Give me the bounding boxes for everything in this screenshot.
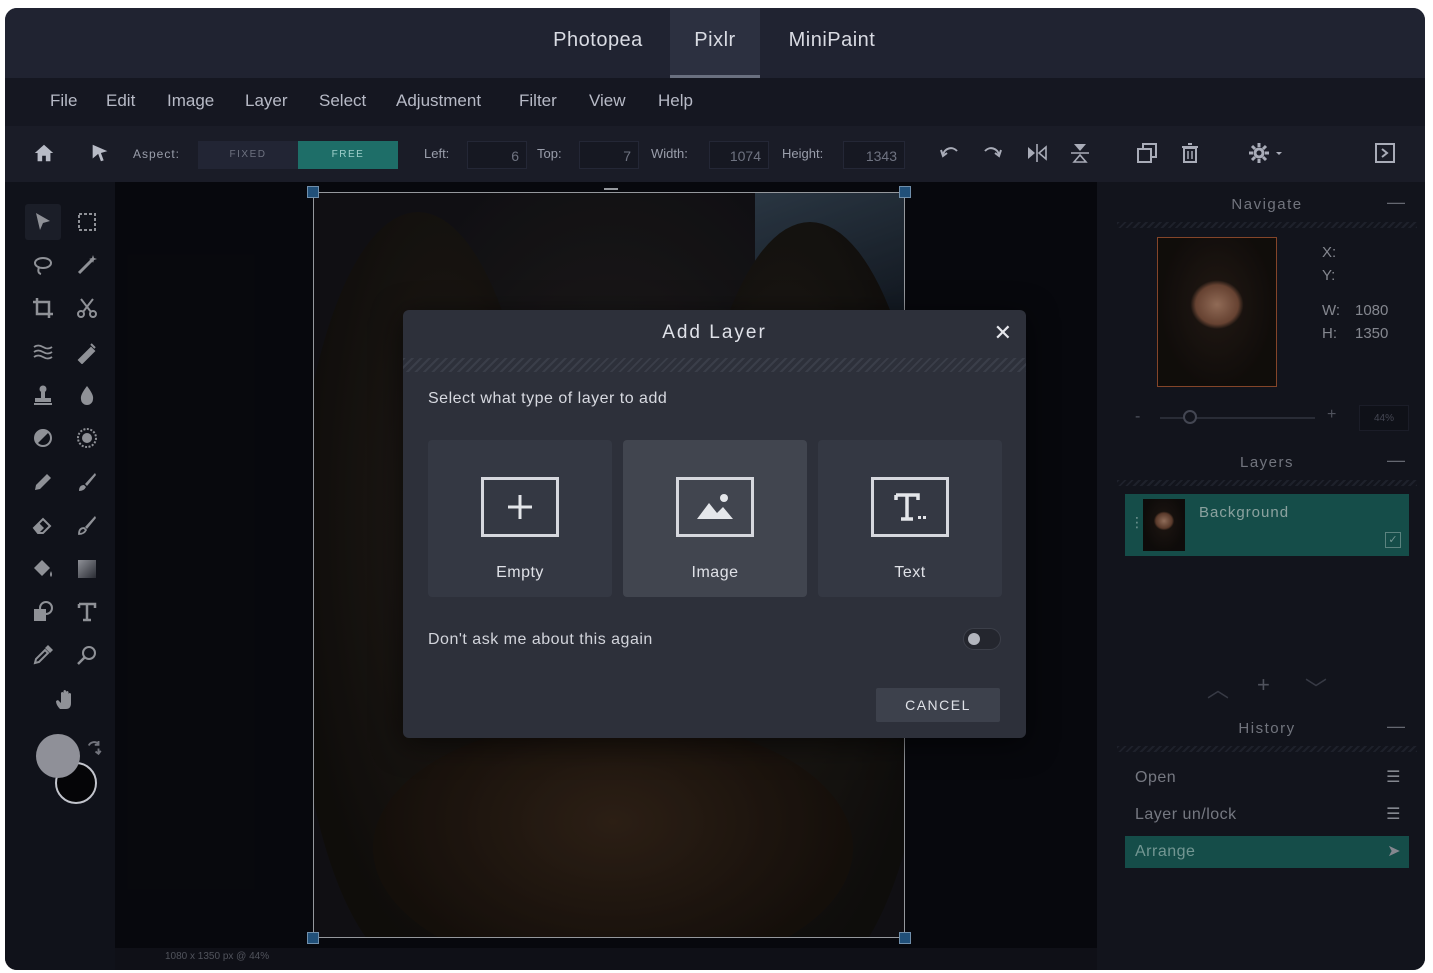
move-tool-icon[interactable]: [85, 138, 115, 168]
top-label: Top:: [537, 146, 562, 161]
primary-color-swatch[interactable]: [36, 734, 80, 778]
option-label: Empty: [496, 564, 544, 581]
app-window: Photopea Pixlr MiniPaint File Edit Image…: [5, 8, 1425, 970]
text-icon: [871, 477, 949, 537]
app-tab-bar: Photopea Pixlr MiniPaint: [5, 8, 1425, 78]
close-icon[interactable]: ✕: [994, 320, 1012, 346]
image-layer-option[interactable]: Image: [623, 440, 807, 597]
dialog-divider: [403, 358, 1026, 372]
dialog-title: Add Layer: [662, 322, 767, 343]
tab-photopea[interactable]: Photopea: [533, 8, 663, 78]
option-label: Text: [894, 564, 926, 581]
text-layer-option[interactable]: Text: [818, 440, 1002, 597]
tab-pixlr[interactable]: Pixlr: [670, 8, 760, 78]
width-label: Width:: [651, 146, 688, 161]
rotate-left-icon[interactable]: [935, 138, 965, 168]
cancel-button[interactable]: CANCEL: [876, 688, 1000, 722]
height-input[interactable]: 1343: [843, 141, 905, 169]
collapse-panel-icon[interactable]: [1370, 138, 1400, 168]
options-toolbar: Aspect: FIXED FREE Left: 6 Top: 7 Width:…: [5, 126, 1425, 182]
plus-icon: [481, 477, 559, 537]
flip-horizontal-icon[interactable]: [1022, 138, 1052, 168]
add-layer-dialog: Add Layer ✕ Select what type of layer to…: [403, 310, 1026, 738]
menu-image[interactable]: Image: [167, 78, 214, 124]
menu-select[interactable]: Select: [319, 78, 366, 124]
left-input[interactable]: 6: [467, 141, 527, 169]
aspect-free-button[interactable]: FREE: [298, 141, 398, 169]
home-icon[interactable]: [29, 138, 59, 168]
menu-layer[interactable]: Layer: [245, 78, 288, 124]
tab-minipaint[interactable]: MiniPaint: [767, 8, 897, 78]
menu-filter[interactable]: Filter: [519, 78, 557, 124]
flip-vertical-icon[interactable]: [1065, 138, 1095, 168]
aspect-label: Aspect:: [133, 147, 181, 161]
dont-ask-toggle[interactable]: [963, 628, 1001, 650]
trash-icon[interactable]: [1175, 138, 1205, 168]
left-label: Left:: [424, 146, 450, 161]
dialog-subtitle: Select what type of layer to add: [428, 390, 668, 407]
menu-help[interactable]: Help: [658, 78, 693, 124]
menu-edit[interactable]: Edit: [106, 78, 135, 124]
dont-ask-label: Don't ask me about this again: [428, 631, 653, 648]
empty-layer-option[interactable]: Empty: [428, 440, 612, 597]
top-input[interactable]: 7: [579, 141, 639, 169]
menu-file[interactable]: File: [50, 78, 77, 124]
menu-bar: File Edit Image Layer Select Adjustment …: [5, 78, 1425, 126]
menu-view[interactable]: View: [589, 78, 626, 124]
aspect-fixed-button[interactable]: FIXED: [198, 141, 298, 169]
image-icon: [676, 477, 754, 537]
menu-adjustment[interactable]: Adjustment: [396, 78, 481, 124]
option-label: Image: [691, 564, 739, 581]
width-input[interactable]: 1074: [709, 141, 769, 169]
rotate-right-icon[interactable]: [977, 138, 1007, 168]
toggle-knob: [968, 633, 980, 645]
height-label: Height:: [782, 146, 824, 161]
duplicate-icon[interactable]: [1132, 138, 1162, 168]
settings-dropdown-icon[interactable]: [1243, 138, 1291, 168]
